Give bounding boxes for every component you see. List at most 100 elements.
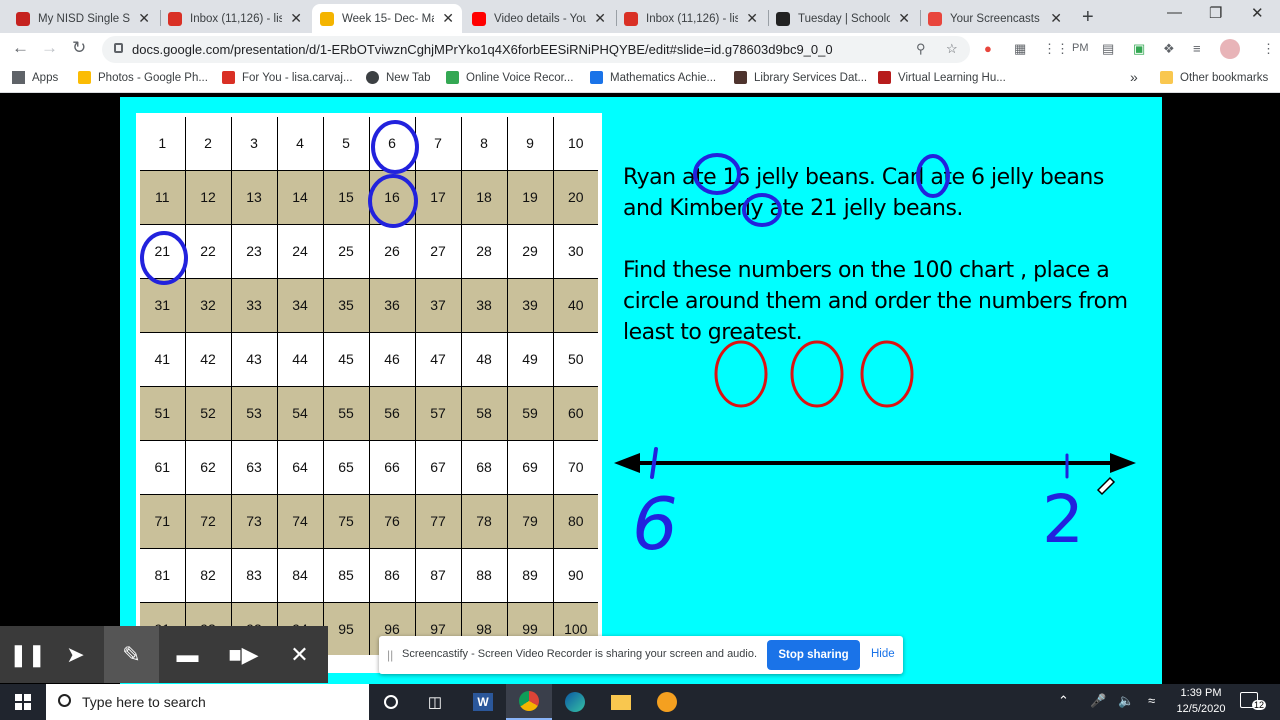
answer-circle-3	[860, 340, 914, 408]
close-recorder-button[interactable]: ✕	[272, 626, 327, 683]
bookmark-item[interactable]: New Tab	[366, 71, 431, 84]
share-message: Screencastify - Screen Video Recorder is…	[402, 648, 758, 660]
address-bar[interactable]: docs.google.com/presentation/d/1-ERbOTvi…	[102, 36, 970, 63]
screencastify-extension-icon[interactable]: ●	[984, 41, 992, 56]
app-taskbar-item[interactable]	[644, 684, 690, 720]
hide-button[interactable]: Hide	[871, 648, 895, 660]
pointer-icon: ➤	[66, 641, 85, 667]
bookmark-item[interactable]: Photos - Google Ph...	[78, 71, 208, 84]
folder-icon	[611, 694, 631, 710]
browser-tab[interactable]: Tuesday | Schoolo ✕	[768, 4, 918, 33]
handwritten-two: 2	[1042, 481, 1084, 558]
browser-tab[interactable]: Week 15- Dec- Ma ✕	[312, 4, 462, 33]
pointer-tool[interactable]: ➤	[48, 626, 103, 683]
system-clock[interactable]: 1:39 PM 12/5/2020	[1168, 685, 1234, 717]
chrome-icon	[519, 691, 539, 711]
reload-icon[interactable]: ↻	[72, 38, 86, 58]
other-bookmarks[interactable]: Other bookmarks	[1160, 71, 1268, 84]
microphone-icon[interactable]: 🎤	[1090, 693, 1106, 709]
cortana-button[interactable]	[368, 684, 414, 720]
star-icon[interactable]: ☆	[946, 41, 958, 57]
tab-close-icon[interactable]: ✕	[1050, 10, 1062, 27]
pause-icon: ❚❚	[9, 641, 46, 667]
gmail-icon	[624, 11, 638, 26]
task-view-button[interactable]: ◫	[412, 684, 458, 720]
new-tab-button[interactable]: +	[1082, 6, 1094, 29]
puzzle-icon[interactable]: ❖	[1163, 41, 1175, 57]
tab-close-icon[interactable]: ✕	[898, 10, 910, 27]
bookmark-item[interactable]: Apps	[12, 71, 58, 84]
chevron-up-icon[interactable]: ⌃	[1058, 693, 1069, 709]
pen-tool[interactable]: ✎	[104, 626, 159, 683]
tab-title: Inbox (11,126) - lis	[646, 12, 738, 25]
drag-handle[interactable]: ||	[387, 648, 393, 662]
answer-circle-1	[714, 340, 768, 408]
bookmark-label: Mathematics Achie...	[610, 71, 717, 84]
tab-close-icon[interactable]: ✕	[290, 10, 302, 27]
pause-button[interactable]: ❚❚	[0, 626, 55, 683]
bookmark-label: Virtual Learning Hu...	[898, 71, 1006, 84]
back-icon[interactable]: ←	[12, 38, 29, 58]
extension-icon[interactable]: ▤	[1102, 41, 1114, 57]
tab-close-icon[interactable]: ✕	[594, 10, 606, 27]
word-taskbar-item[interactable]: W	[460, 684, 506, 720]
forward-icon[interactable]: →	[41, 38, 58, 58]
bookmark-item[interactable]: Online Voice Recor...	[446, 71, 573, 84]
tab-title: Tuesday | Schoolo	[798, 12, 890, 25]
browser-tab[interactable]: My NISD Single Si ✕	[8, 4, 158, 33]
maximize-button[interactable]: ❐	[1209, 4, 1222, 22]
avatar[interactable]	[1220, 39, 1240, 59]
extension-icon[interactable]: ▣	[1133, 41, 1145, 57]
bookmark-label: Apps	[32, 71, 59, 84]
number-line-left-arrow	[614, 453, 640, 473]
left-tick-mark	[650, 447, 658, 479]
stop-sharing-button[interactable]: Stop sharing	[767, 640, 860, 670]
edge-taskbar-item[interactable]	[552, 684, 598, 720]
presentation-area: 1 2 3 4 5 6 7 8 9 10 11 12 13 14 15 16 17 18 19 20 21 22 23 24 2…	[0, 94, 1280, 684]
tab-close-icon[interactable]: ✕	[746, 10, 758, 27]
chrome-taskbar-item[interactable]	[506, 684, 552, 720]
bookmark-item[interactable]: Library Services Dat...	[734, 71, 867, 84]
bookmark-item[interactable]: Mathematics Achie...	[590, 71, 716, 84]
word-icon: W	[473, 693, 493, 711]
bookmarks-bar: » Other bookmarks Apps Photos - Google Ph…	[0, 65, 1280, 93]
search-placeholder: Type here to search	[82, 694, 206, 710]
browser-tab[interactable]: Inbox (11,126) - lis ✕	[160, 4, 310, 33]
taskbar-search[interactable]: Type here to search	[46, 684, 369, 720]
bookmarks-more-button[interactable]: »	[1130, 69, 1138, 85]
chart-circle-6	[371, 120, 419, 174]
tab-close-icon[interactable]: ✕	[138, 10, 150, 27]
bookmark-item[interactable]: For You - lisa.carvaj...	[222, 71, 353, 84]
bookmark-item[interactable]: Virtual Learning Hu...	[878, 71, 1006, 84]
browser-tab[interactable]: Video details - You ✕	[464, 4, 614, 33]
menu-icon[interactable]: ⋮	[1262, 41, 1275, 57]
tab-title: Inbox (11,126) - lis	[190, 12, 282, 25]
youtube-icon	[472, 11, 486, 26]
volume-icon[interactable]: 🔈	[1118, 693, 1134, 709]
browser-tab[interactable]: Your Screencasts - ✕	[920, 4, 1070, 33]
extension-icon[interactable]: ▦	[1014, 41, 1026, 57]
tab-close-icon[interactable]: ✕	[442, 10, 454, 27]
pm-extension[interactable]: PM	[1072, 42, 1089, 54]
apps-extension-icon[interactable]: ⋮⋮	[1043, 41, 1069, 57]
reading-list-icon[interactable]: ≡	[1193, 41, 1201, 56]
eraser-tool[interactable]: ▬	[160, 626, 215, 683]
windows-taskbar: Type here to search ◫ W ⌃ 🎤 🔈 ≈ 1:39 PM …	[0, 684, 1280, 720]
zoom-icon[interactable]: ⚲	[916, 41, 926, 57]
tab-title: Week 15- Dec- Ma	[342, 12, 434, 25]
gmail-icon	[168, 11, 182, 26]
pen-cursor-icon	[1096, 476, 1116, 496]
screen-share-notice: || Screencastify - Screen Video Recorder…	[379, 636, 903, 674]
file-explorer-taskbar-item[interactable]	[598, 684, 644, 720]
start-button[interactable]	[0, 684, 46, 720]
bookmark-label: Photos - Google Ph...	[98, 71, 208, 84]
minimize-button[interactable]: —	[1167, 4, 1182, 21]
network-icon[interactable]: ≈	[1148, 693, 1155, 708]
close-window-button[interactable]: ✕	[1251, 4, 1264, 22]
camera-toggle[interactable]: ■▶	[216, 626, 271, 683]
app-icon	[657, 692, 677, 712]
number-line-right-arrow	[1110, 453, 1136, 473]
browser-tab[interactable]: Inbox (11,126) - lis ✕	[616, 4, 766, 33]
chart-circle-21	[140, 231, 188, 285]
text-circle-16	[693, 153, 741, 195]
